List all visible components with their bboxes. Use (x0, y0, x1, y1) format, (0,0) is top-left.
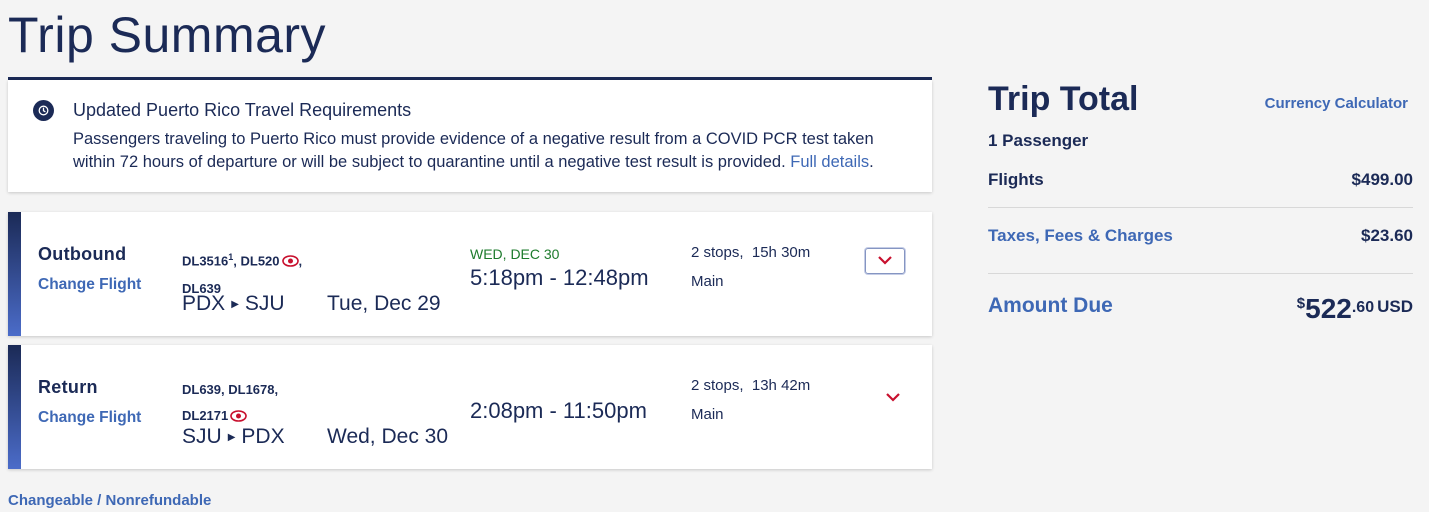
summary-divider (988, 207, 1413, 208)
route: PDX ▶ SJU (182, 292, 285, 316)
stops-count[interactable]: 2 stops, (691, 244, 744, 261)
flight-number[interactable]: DL3516 (182, 253, 228, 268)
card-accent-bar (8, 345, 21, 469)
summary-divider (988, 273, 1413, 274)
amount-due-label: Amount Due (988, 294, 1113, 317)
stops-info[interactable]: 2 stops, 13h 42m (691, 377, 810, 394)
eye-icon[interactable] (281, 250, 299, 276)
full-details-link[interactable]: Full details (790, 153, 869, 171)
expand-details-button[interactable] (865, 248, 905, 274)
alert-title: Updated Puerto Rico Travel Requirements (73, 100, 412, 120)
route-arrow-icon: ▶ (231, 299, 239, 310)
route: SJU ▶ PDX (182, 425, 285, 449)
cabin-class: Main (691, 273, 724, 290)
flight-times: 5:18pm - 12:48pm (470, 265, 649, 290)
alert-text: Passengers traveling to Puerto Rico must… (73, 130, 874, 171)
direction-label: Return (38, 377, 98, 397)
change-flight-link[interactable]: Change Flight (38, 409, 141, 427)
fare-rules-link[interactable]: Changeable / Nonrefundable (8, 492, 211, 509)
arrival-date-note: WED, DEC 30 (470, 246, 560, 262)
taxes-value: $23.60 (1361, 226, 1413, 245)
outbound-flight-card: Outbound Change Flight DL35161, DL520, D… (8, 212, 932, 336)
return-flight-card: Return Change Flight DL639, DL1678, DL21… (8, 345, 932, 469)
taxes-fees-link[interactable]: Taxes, Fees & Charges (988, 226, 1173, 246)
change-flight-link[interactable]: Change Flight (38, 276, 141, 294)
expand-details-button[interactable] (885, 389, 905, 403)
currency-calculator-link[interactable]: Currency Calculator (1265, 95, 1408, 112)
info-refresh-icon (33, 100, 54, 121)
direction-label: Outbound (38, 244, 127, 264)
origin-code: PDX (182, 292, 226, 315)
destination-code: PDX (241, 425, 285, 448)
amount-cents: .60 (1351, 299, 1375, 316)
origin-code: SJU (182, 425, 222, 448)
alert-link-suffix: . (869, 153, 874, 171)
duration: 13h 42m (751, 377, 811, 394)
flight-number[interactable]: , DL520 (233, 253, 279, 268)
departure-date: Wed, Dec 30 (327, 425, 449, 448)
passenger-count: 1 Passenger (988, 131, 1089, 150)
flight-times: 2:08pm - 11:50pm (470, 398, 647, 423)
flights-value: $499.00 (1351, 170, 1413, 189)
flight-numbers[interactable]: DL639, DL1678, DL2171 (182, 377, 322, 431)
card-accent-bar (8, 212, 21, 336)
stops-count[interactable]: 2 stops, (691, 377, 744, 394)
amount-due-value: $522.60 USD (1297, 293, 1413, 325)
flight-number[interactable]: DL2171 (182, 408, 228, 423)
departure-date: Tue, Dec 29 (327, 292, 441, 315)
currency-code: USD (1377, 297, 1413, 316)
trip-total-title: Trip Total (988, 80, 1139, 118)
travel-alert: Updated Puerto Rico Travel Requirements … (8, 80, 932, 192)
stops-info[interactable]: 2 stops, 15h 30m (691, 244, 810, 261)
flight-number-sep: , (298, 253, 303, 269)
alert-body: Passengers traveling to Puerto Rico must… (73, 128, 918, 174)
cabin-class: Main (691, 406, 724, 423)
duration: 15h 30m (751, 244, 811, 261)
destination-code: SJU (244, 292, 285, 315)
amount-dollars: 522 (1305, 293, 1352, 324)
page-title: Trip Summary (8, 7, 327, 63)
chevron-down-icon (877, 252, 893, 270)
flight-number[interactable]: DL639, DL1678, (182, 382, 278, 397)
route-arrow-icon: ▶ (227, 432, 236, 443)
chevron-down-icon (885, 389, 901, 406)
currency-symbol: $ (1296, 295, 1306, 312)
flights-label: Flights (988, 170, 1044, 189)
